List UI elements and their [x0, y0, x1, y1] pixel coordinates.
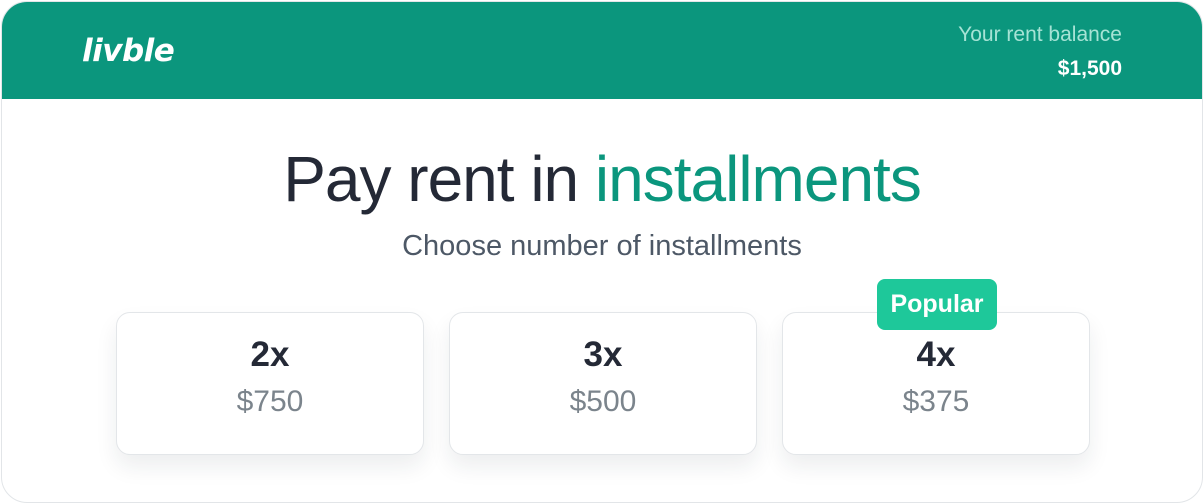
installment-count: 4x: [916, 335, 956, 374]
installment-count: 2x: [250, 335, 290, 374]
installment-option-4x[interactable]: Popular 4x $375: [782, 279, 1090, 455]
installment-amount: $750: [236, 385, 304, 418]
header-bar: livble Your rent balance $1,500: [2, 2, 1202, 99]
rent-balance-label: Your rent balance: [958, 23, 1122, 46]
livble-logo[interactable]: livble: [82, 28, 175, 74]
page-title-prefix: Pay rent in: [283, 143, 595, 215]
installment-amount: $375: [902, 385, 970, 418]
rent-balance: Your rent balance $1,500: [958, 21, 1122, 83]
installment-option-3x[interactable]: 3x $500: [449, 312, 757, 455]
page-title-accent: installments: [594, 143, 922, 215]
installment-amount: $500: [569, 385, 637, 418]
page-subtitle: Choose number of installments: [402, 230, 802, 262]
page-title: Pay rent in installments: [2, 140, 1202, 218]
installment-count: 3x: [583, 335, 623, 374]
rent-balance-value: $1,500: [1057, 57, 1122, 80]
popular-badge: Popular: [877, 279, 997, 330]
installment-option-2x[interactable]: 2x $750: [116, 312, 424, 455]
installments-card: livble Your rent balance $1,500 Pay rent…: [1, 1, 1203, 503]
